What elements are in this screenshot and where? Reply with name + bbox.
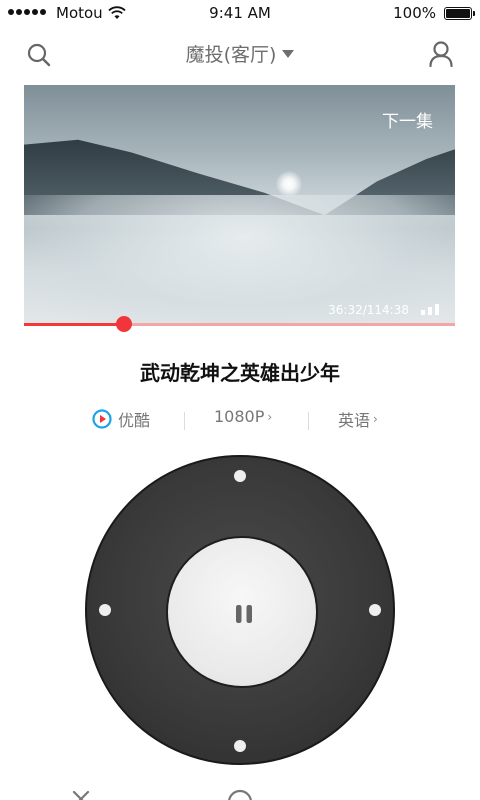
battery-icon bbox=[444, 7, 475, 20]
language-label: 英语 bbox=[338, 411, 371, 430]
playback-options: 优酷 1080P › 英语 › bbox=[0, 404, 480, 434]
progress-bar[interactable] bbox=[24, 316, 455, 332]
battery-percentage: 100% bbox=[393, 4, 436, 22]
home-icon[interactable] bbox=[226, 788, 254, 800]
close-icon[interactable] bbox=[72, 788, 90, 800]
playlist-bars-icon[interactable] bbox=[421, 304, 439, 315]
dpad-down-button[interactable] bbox=[234, 740, 246, 752]
divider bbox=[184, 412, 185, 430]
language-selector[interactable]: 英语 › bbox=[338, 407, 378, 431]
caret-down-icon bbox=[282, 50, 295, 58]
chevron-right-icon: › bbox=[267, 409, 273, 424]
chevron-right-icon: › bbox=[373, 412, 378, 426]
resolution-selector[interactable]: 1080P › bbox=[214, 407, 272, 426]
show-title: 武动乾坤之英雄出少年 bbox=[140, 361, 340, 385]
next-episode-button[interactable]: 下一集 bbox=[382, 107, 433, 132]
dpad-up-button[interactable] bbox=[234, 470, 246, 482]
dpad-left-button[interactable] bbox=[99, 604, 111, 616]
device-selector[interactable]: 魔投(客厅) bbox=[0, 40, 480, 67]
resolution-label: 1080P bbox=[214, 407, 265, 426]
status-bar: Motou 9:41 AM 100% bbox=[0, 0, 480, 28]
source-selector[interactable]: 优酷 bbox=[92, 407, 150, 431]
source-label: 优酷 bbox=[118, 411, 151, 430]
device-title: 魔投(客厅) bbox=[185, 44, 277, 66]
youku-logo-icon bbox=[92, 409, 112, 429]
user-icon[interactable] bbox=[428, 40, 454, 68]
divider bbox=[308, 412, 309, 430]
pause-icon bbox=[236, 605, 252, 623]
progress-fill bbox=[24, 323, 124, 326]
video-preview[interactable]: 下一集 36:32/114:38 bbox=[24, 85, 455, 325]
remote-dpad[interactable] bbox=[85, 455, 395, 765]
dpad-right-button[interactable] bbox=[369, 604, 381, 616]
playback-timecode: 36:32/114:38 bbox=[328, 303, 409, 317]
progress-thumb[interactable] bbox=[115, 316, 132, 332]
play-pause-button[interactable] bbox=[166, 536, 318, 688]
